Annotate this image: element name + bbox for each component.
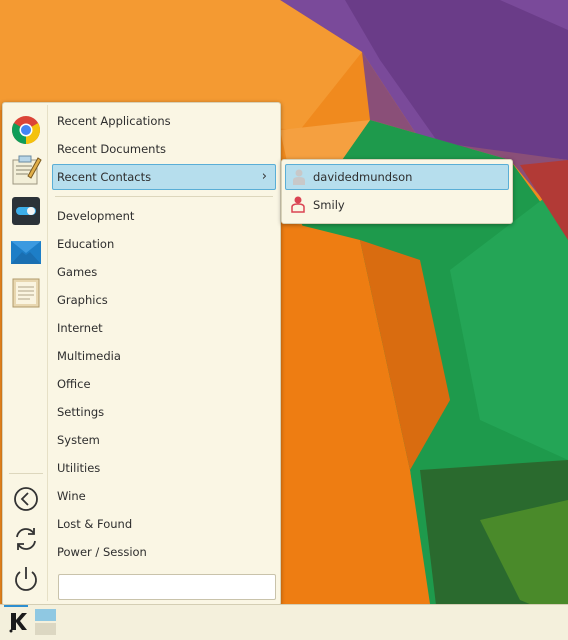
contact-label: Smily <box>313 198 345 212</box>
refresh-icon[interactable] <box>10 523 42 555</box>
menu-item-power-session[interactable]: Power / Session <box>52 539 276 565</box>
launcher-active-indicator <box>4 605 28 607</box>
document-viewer-icon[interactable] <box>10 277 42 309</box>
text-editor-icon[interactable] <box>10 154 42 186</box>
back-arrow-icon[interactable] <box>10 483 42 515</box>
desktop-1[interactable] <box>35 609 56 621</box>
menu-item-system[interactable]: System <box>52 427 276 453</box>
menu-item-recent-documents[interactable]: Recent Documents <box>52 136 276 162</box>
chrome-icon[interactable] <box>10 114 42 146</box>
menu-item-label: Recent Contacts <box>57 170 152 184</box>
menu-item-utilities[interactable]: Utilities <box>52 455 276 481</box>
menu-item-internet[interactable]: Internet <box>52 315 276 341</box>
menu-item-games[interactable]: Games <box>52 259 276 285</box>
user-grey-icon <box>292 168 306 186</box>
power-icon[interactable] <box>10 563 42 595</box>
contact-item-davidedmundson[interactable]: davidedmundson <box>285 164 509 190</box>
menu-item-label: Lost & Found <box>57 517 133 531</box>
menu-item-multimedia[interactable]: Multimedia <box>52 343 276 369</box>
menu-divider <box>55 196 273 197</box>
menu-item-office[interactable]: Office <box>52 371 276 397</box>
virtual-desktop-pager[interactable] <box>35 609 57 635</box>
user-red-icon <box>291 195 305 213</box>
menu-item-label: Games <box>57 265 98 279</box>
favorites-bar <box>5 105 48 601</box>
application-launcher-menu: Recent Applications Recent Documents Rec… <box>2 102 281 606</box>
menu-item-development[interactable]: Development <box>52 203 276 229</box>
menu-item-label: Recent Documents <box>57 142 166 156</box>
menu-item-lost-and-found[interactable]: Lost & Found <box>52 511 276 537</box>
menu-item-graphics[interactable]: Graphics <box>52 287 276 313</box>
menu-item-label: Development <box>57 209 135 223</box>
search-input[interactable] <box>58 574 276 600</box>
menu-item-recent-contacts[interactable]: Recent Contacts › <box>52 164 276 190</box>
desktop-2[interactable] <box>35 623 56 635</box>
chevron-right-icon: › <box>261 169 267 184</box>
menu-item-label: Wine <box>57 489 86 503</box>
mail-icon[interactable] <box>10 236 42 268</box>
menu-item-label: Education <box>57 237 115 251</box>
menu-item-label: System <box>57 433 100 447</box>
contact-item-smily[interactable]: Smily <box>285 192 509 218</box>
menu-item-label: Graphics <box>57 293 108 307</box>
menu-item-education[interactable]: Education <box>52 231 276 257</box>
menu-item-label: Multimedia <box>57 349 121 363</box>
menu-item-label: Office <box>57 377 91 391</box>
kde-logo-icon[interactable] <box>7 609 29 633</box>
system-settings-toggle-icon[interactable] <box>10 195 42 227</box>
taskbar <box>0 604 568 640</box>
menu-item-wine[interactable]: Wine <box>52 483 276 509</box>
menu-item-label: Power / Session <box>57 545 147 559</box>
menu-item-label: Internet <box>57 321 103 335</box>
menu-item-settings[interactable]: Settings <box>52 399 276 425</box>
menu-item-label: Settings <box>57 405 105 419</box>
menu-item-label: Recent Applications <box>57 114 171 128</box>
contact-label: davidedmundson <box>313 170 413 184</box>
favorites-divider <box>9 473 43 474</box>
menu-item-label: Utilities <box>57 461 101 475</box>
recent-contacts-submenu: davidedmundson Smily <box>281 159 513 224</box>
menu-item-recent-applications[interactable]: Recent Applications <box>52 108 276 134</box>
